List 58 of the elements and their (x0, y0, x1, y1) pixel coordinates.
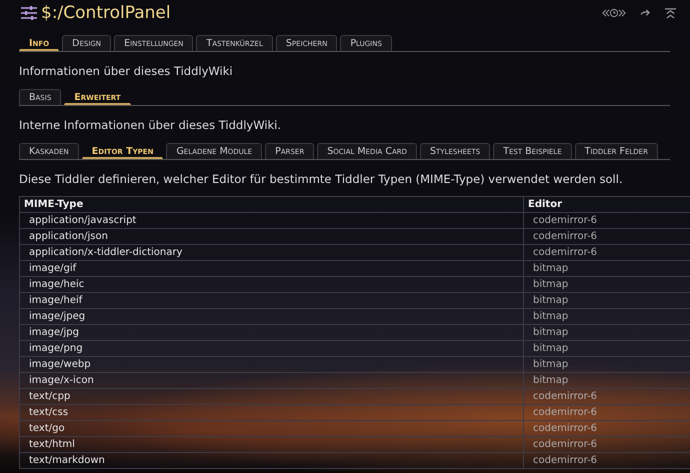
tab[interactable]: Info (19, 35, 60, 51)
table-cell: bitmap (524, 308, 690, 324)
tab[interactable]: Stylesheets (420, 143, 490, 159)
table-cell: text/go (20, 420, 524, 436)
table-cell: codemirror-6 (524, 228, 690, 244)
table-cell: application/x-tiddler-dictionary (20, 244, 524, 260)
tab[interactable]: Einstellungen (114, 35, 194, 51)
section-heading: Informationen über dieses TiddlyWiki (19, 64, 234, 78)
column-header: Editor (524, 196, 690, 212)
table-cell: codemirror-6 (524, 404, 690, 420)
section-heading: Interne Informationen über dieses TiddlyWiki. (19, 118, 282, 132)
tab[interactable]: Parser (265, 143, 314, 159)
tab[interactable]: Test Beispiele (493, 143, 572, 159)
tab[interactable]: Social Media Card (317, 143, 417, 159)
table-cell: image/jpeg (20, 308, 524, 324)
tab[interactable]: Editor Typen (82, 143, 164, 159)
tab[interactable]: Tiddler Felder (574, 143, 658, 159)
table-cell: image/heif (20, 292, 524, 308)
table-cell: bitmap (524, 340, 690, 356)
table-cell: text/markdown (20, 452, 524, 468)
tab[interactable]: Tastenkürzel (196, 35, 273, 51)
table-cell: text/html (20, 436, 524, 452)
table-cell: codemirror-6 (524, 420, 690, 436)
table-cell: text/cpp (20, 388, 524, 404)
table-cell: application/json (20, 228, 524, 244)
collapse-icon[interactable] (665, 8, 676, 18)
table-cell: image/webp (20, 356, 524, 372)
table-cell: codemirror-6 (524, 452, 690, 468)
table-cell: application/javascript (20, 212, 524, 228)
tab[interactable]: Plugins (340, 35, 392, 51)
tab[interactable]: Design (62, 35, 112, 51)
arrow-right-icon[interactable] (640, 8, 651, 18)
history-icon[interactable] (602, 8, 626, 18)
tab[interactable]: Speichern (276, 35, 338, 51)
sliders-icon (21, 6, 37, 20)
table-cell: image/gif (20, 260, 524, 276)
column-header: MIME-Type (20, 196, 524, 212)
table-cell: text/css (20, 404, 524, 420)
tiddler-title: $:/ControlPanel (41, 3, 171, 23)
description-text: Diese Tiddler definieren, welcher Editor für bestimmte Tiddler Typen (MIME-Type) verwendet werden soll. (19, 172, 624, 186)
table-cell: codemirror-6 (524, 388, 690, 404)
table-cell: bitmap (524, 292, 690, 308)
table-cell: image/png (20, 340, 524, 356)
table-cell: image/heic (20, 276, 524, 292)
table-cell: bitmap (524, 372, 690, 388)
table-cell: bitmap (524, 276, 690, 292)
table-cell: image/jpg (20, 324, 524, 340)
table-cell: image/x-icon (20, 372, 524, 388)
table-cell: codemirror-6 (524, 244, 690, 260)
table-cell: codemirror-6 (524, 212, 690, 228)
table-cell: bitmap (524, 356, 690, 372)
table-cell: bitmap (524, 324, 690, 340)
table-cell: bitmap (524, 260, 690, 276)
tab[interactable]: Geladene Module (166, 143, 262, 159)
tab[interactable]: Basis (19, 89, 62, 105)
tab[interactable]: Erweitert (64, 89, 131, 105)
tab[interactable]: Kaskaden (19, 143, 79, 159)
table-cell: codemirror-6 (524, 436, 690, 452)
